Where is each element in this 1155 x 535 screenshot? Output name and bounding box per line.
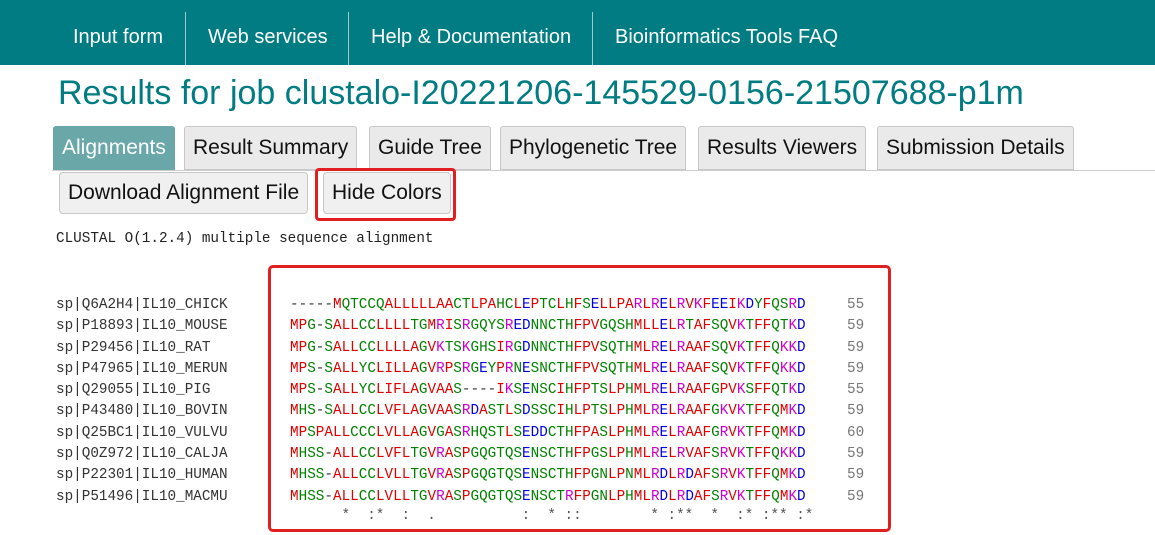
sequence-residues: MHSS-ALLCCLVLLTGVRASPGQGTQSENSCTRFPGNLPH…: [290, 488, 806, 505]
residue-count: 59: [847, 403, 865, 420]
sequence-name: sp|Q0Z972|IL10_CALJA: [56, 446, 228, 463]
nav-input-form[interactable]: Input form: [51, 12, 163, 65]
residue-count: 60: [847, 424, 865, 441]
hide-colors-button[interactable]: Hide Colors: [323, 172, 451, 214]
sequence-residues: MPG-SALLCCLLLLTGMRISRGQYSREDNNCTHFPVGQSH…: [290, 318, 806, 335]
sequence-residues: MPS-SALLYCLILLAGVRPSRGEYPRNESNCTHFPVSQTH…: [290, 360, 806, 377]
tab-guide-tree[interactable]: Guide Tree: [369, 126, 491, 170]
nav-help-label: Help & Documentation: [371, 26, 572, 48]
sequence-name: sp|P18893|IL10_MOUSE: [56, 318, 228, 335]
residue-count: 59: [847, 318, 865, 335]
sequence-residues: MPG-SALLCCLLLLAGVKTSKGHSIRGDNNCTHFPVSQTH…: [290, 339, 806, 356]
sequence-residues: -----MQTCCQALLLLLAACTLPAHCLEPTCLHFSELLPA…: [290, 297, 806, 313]
residue-count: 55: [847, 382, 865, 399]
sequence-name: sp|Q25BC1|IL10_VULVU: [56, 424, 228, 441]
tabs-divider: [52, 170, 1155, 171]
residue-count: 59: [847, 446, 865, 463]
consensus-line: * :* : . : * :: * :** * :* :** :*: [290, 508, 814, 524]
sequence-residues: MPS-SALLYCLIFLAGVAAS----IKSENSCIHFPTSLPH…: [290, 382, 806, 399]
sequence-name: sp|Q29055|IL10_PIG: [56, 382, 211, 399]
sequence-residues: MHSS-ALLCCLVLLTGVRASPGQGTQSENSCTHFPGNLPN…: [290, 467, 806, 484]
nav-help-documentation[interactable]: Help & Documentation: [348, 12, 571, 65]
sequence-residues: MHS-SALLCCLVFLAGVAASRDASTLSDSSCIHLPTSLPH…: [290, 403, 806, 420]
result-tabs: Alignments Result Summary Guide Tree Phy…: [0, 126, 1155, 171]
tab-results-viewers[interactable]: Results Viewers: [698, 126, 867, 170]
sequence-name: sp|P47965|IL10_MERUN: [56, 360, 228, 377]
sequence-name: sp|P29456|IL10_RAT: [56, 339, 211, 356]
nav-input-form-label: Input form: [73, 26, 164, 48]
clustal-header: CLUSTAL O(1.2.4) multiple sequence align…: [56, 231, 434, 247]
sequence-name: sp|Q6A2H4|IL10_CHICK: [56, 297, 228, 313]
sequence-name: sp|P22301|IL10_HUMAN: [56, 467, 228, 484]
tab-phylogenetic-tree[interactable]: Phylogenetic Tree: [500, 126, 687, 170]
residue-count: 59: [847, 467, 865, 484]
tab-alignments[interactable]: Alignments: [53, 126, 175, 170]
page-title: Results for job clustalo-I20221206-14552…: [58, 74, 1024, 112]
top-nav: Input form Web services Help & Documenta…: [0, 0, 1155, 65]
tab-result-summary[interactable]: Result Summary: [184, 126, 358, 170]
nav-bioinformatics-faq[interactable]: Bioinformatics Tools FAQ: [592, 12, 838, 65]
sequence-name: sp|P51496|IL10_MACMU: [56, 488, 228, 505]
sequence-name: sp|P43480|IL10_BOVIN: [56, 403, 228, 420]
nav-web-services[interactable]: Web services: [185, 12, 328, 65]
residue-count: 59: [847, 339, 865, 356]
residue-count: 59: [847, 488, 865, 505]
residue-count: 55: [847, 297, 865, 313]
sequence-residues: MPSPALLCCCLVLLAGVGASRHQSTLSEDDCTHFPASLPH…: [290, 424, 806, 441]
nav-web-services-label: Web services: [208, 26, 328, 48]
tab-submission-details[interactable]: Submission Details: [877, 126, 1074, 170]
sequence-residues: MHSS-ALLCCLVFLTGVRASPGQGTQSENSCTHFPGSLPH…: [290, 446, 806, 463]
residue-count: 59: [847, 360, 865, 377]
nav-faq-label: Bioinformatics Tools FAQ: [615, 26, 839, 48]
download-alignment-button[interactable]: Download Alignment File: [59, 172, 309, 214]
